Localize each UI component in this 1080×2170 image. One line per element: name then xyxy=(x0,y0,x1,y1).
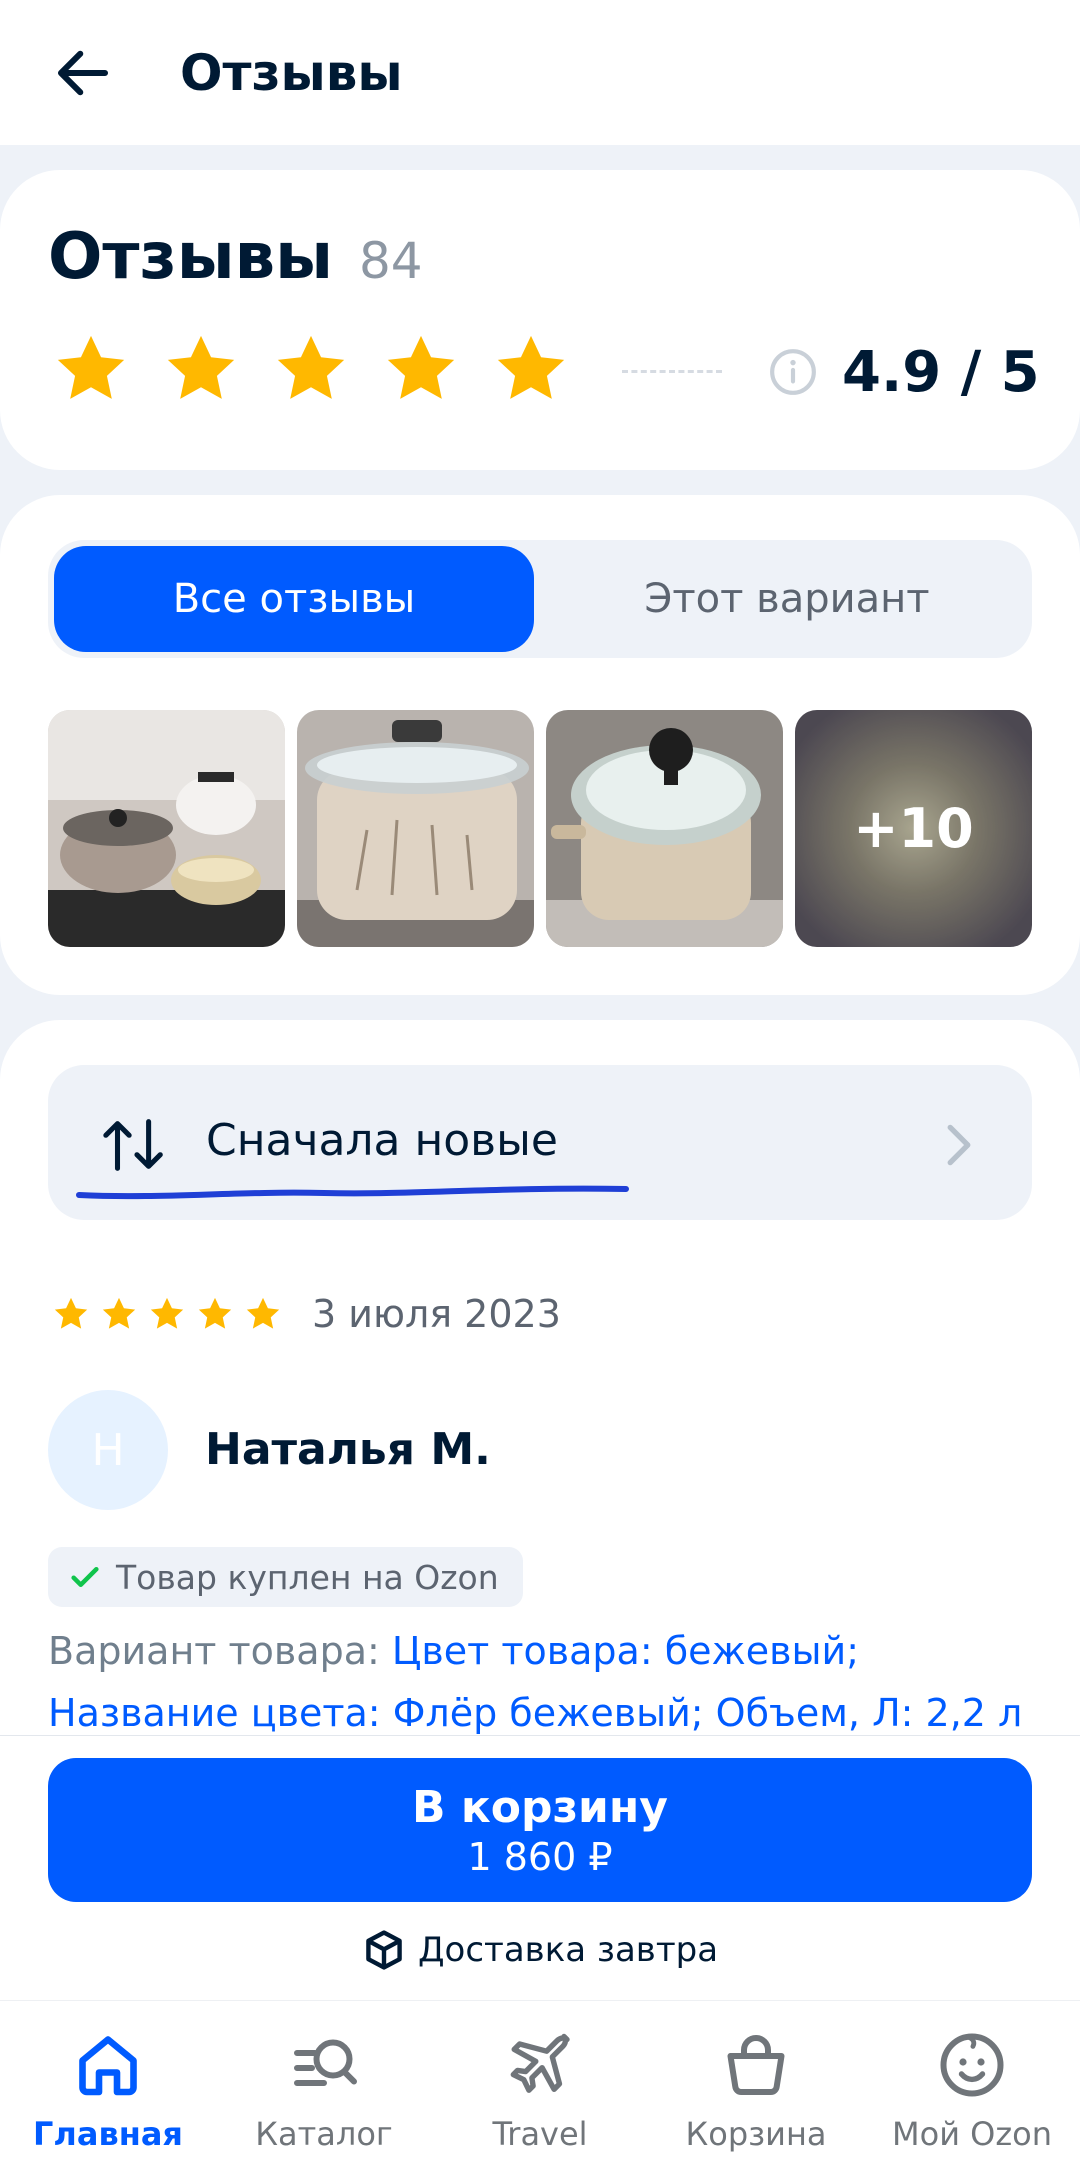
reviews-heading-row: Отзывы 84 xyxy=(48,220,423,294)
purchase-badge-label: Товар куплен на Ozon xyxy=(116,1557,499,1597)
reviews-count: 84 xyxy=(358,232,423,290)
arrow-left-icon xyxy=(57,50,109,95)
nav-label: Мой Ozon xyxy=(892,2115,1052,2153)
star-icon xyxy=(57,335,125,399)
rating-value: 4.9 / 5 xyxy=(842,340,1040,405)
handdrawn-underline xyxy=(76,1185,629,1200)
star-icon xyxy=(497,335,565,399)
review-photo[interactable] xyxy=(48,710,285,947)
nav-item-travel[interactable]: Travel xyxy=(432,2001,648,2170)
buy-bar: В корзину 1 860 ₽ Доставка завтра xyxy=(0,1735,1080,2000)
review-author[interactable]: Наталья М. xyxy=(205,1424,491,1475)
sort-selector[interactable]: Сначала новые xyxy=(48,1065,1032,1220)
star-icon xyxy=(167,335,235,399)
price: 1 860 ₽ xyxy=(467,1834,613,1879)
rating-stars xyxy=(52,330,570,408)
chevron-right-icon xyxy=(947,1124,971,1166)
nav-label: Корзина xyxy=(685,2115,827,2153)
plane-icon xyxy=(510,2033,570,2093)
divider xyxy=(622,370,722,373)
review-photos: +10 xyxy=(48,710,1032,947)
page-title: Отзывы xyxy=(180,43,403,102)
variant-prefix: Вариант товара: xyxy=(48,1629,392,1673)
nav-label: Каталог xyxy=(255,2115,393,2153)
nav-item-catalog[interactable]: Каталог xyxy=(216,2001,432,2170)
nav-item-cart[interactable]: Корзина xyxy=(648,2001,864,2170)
delivery-info: Доставка завтра xyxy=(0,1928,1080,1972)
info-icon[interactable] xyxy=(768,347,818,397)
star-icon xyxy=(54,1297,88,1329)
sort-label: Сначала новые xyxy=(206,1115,558,1166)
tab-all-reviews[interactable]: Все отзывы xyxy=(54,546,534,652)
review-variant: Вариант товара: Цвет товара: бежевый; На… xyxy=(48,1620,1038,1745)
reviews-heading: Отзывы xyxy=(48,220,333,294)
reviews-list-card: Сначала новые 3 июля 2023 Н Наталья М. Т… xyxy=(0,1020,1080,1780)
checkmark-icon xyxy=(71,1566,99,1588)
delivery-label: Доставка завтра xyxy=(417,1930,719,1970)
home-icon xyxy=(79,2036,137,2096)
star-icon xyxy=(102,1297,136,1329)
star-icon xyxy=(198,1297,232,1329)
purchase-verified-badge: Товар куплен на Ozon xyxy=(48,1547,523,1607)
star-icon xyxy=(277,335,345,399)
rating-summary-card: Отзывы 84 4.9 / 5 xyxy=(0,170,1080,470)
nav-label: Travel xyxy=(492,2115,588,2153)
app-bar: Отзывы xyxy=(0,0,1080,145)
nav-item-my-ozon[interactable]: Мой Ozon xyxy=(864,2001,1080,2170)
star-icon xyxy=(246,1297,280,1329)
star-icon xyxy=(150,1297,184,1329)
box-icon xyxy=(366,1930,402,1970)
back-button[interactable] xyxy=(38,28,128,118)
review-date: 3 июля 2023 xyxy=(312,1292,561,1336)
basket-icon xyxy=(727,2035,785,2096)
bottom-navigation: Главная Каталог Travel Корзина Мой Ozon xyxy=(0,2000,1080,2170)
smiley-icon xyxy=(940,2033,1004,2097)
avatar[interactable]: Н xyxy=(48,1390,168,1510)
nav-label: Главная xyxy=(33,2115,183,2153)
tab-this-variant[interactable]: Этот вариант xyxy=(548,546,1026,652)
nav-item-home[interactable]: Главная xyxy=(0,2001,216,2170)
add-to-cart-button[interactable]: В корзину 1 860 ₽ xyxy=(48,1758,1032,1902)
catalog-search-icon xyxy=(294,2039,357,2086)
filter-card: Все отзывы Этот вариант +10 xyxy=(0,495,1080,995)
more-photos-count: +10 xyxy=(853,797,974,860)
add-to-cart-label: В корзину xyxy=(412,1781,668,1833)
review-photo[interactable] xyxy=(546,710,783,947)
more-photos-button[interactable]: +10 xyxy=(795,710,1032,947)
review-photo[interactable] xyxy=(297,710,534,947)
star-icon xyxy=(387,335,455,399)
review-rating-stars xyxy=(52,1295,282,1333)
reviews-filter-tabs: Все отзывы Этот вариант xyxy=(48,540,1032,658)
